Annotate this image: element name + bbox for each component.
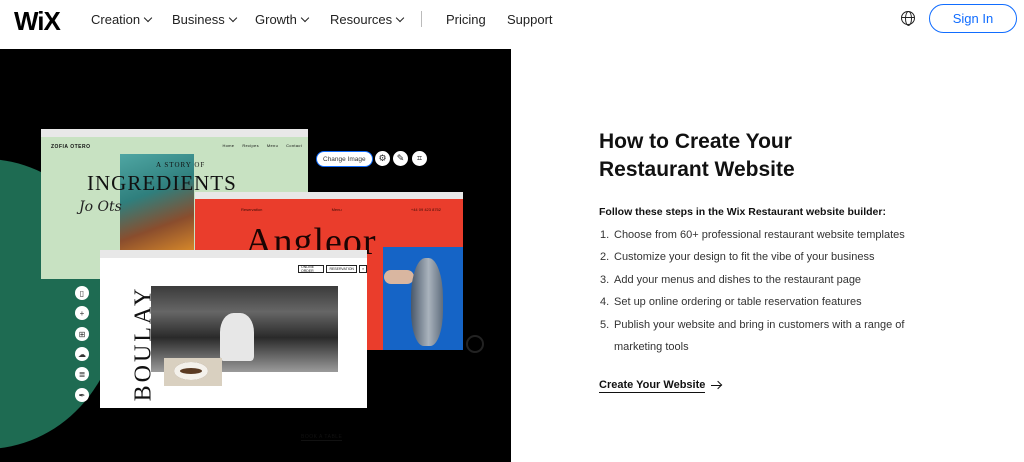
template-buttons: ONLINE ORDER RESERVATION ≡ (298, 265, 367, 273)
browser-bar (195, 192, 463, 199)
arrow-right-icon (711, 381, 722, 391)
section-heading: How to Create Your Restaurant Website (599, 130, 795, 181)
nav-support[interactable]: Support (507, 12, 553, 27)
template-menu-item: Menu (266, 143, 279, 148)
template-card-boulay: ONLINE ORDER RESERVATION ≡ BOULAY BOOK A… (100, 250, 367, 441)
nav-growth[interactable]: Growth (255, 12, 310, 27)
step-number: 2. (600, 251, 610, 264)
step-number: 1. (600, 229, 610, 241)
template-phone: +44 09 423 8752 (410, 207, 441, 212)
pen-icon[interactable]: ✎ (393, 151, 408, 166)
hamburger-menu-icon: ≡ (358, 265, 367, 273)
blog-icon[interactable]: ≣ (75, 367, 89, 381)
nav-divider (421, 11, 422, 27)
nav-growth-label: Growth (255, 12, 297, 27)
template-signature: Jo Ots (79, 199, 122, 215)
create-website-link[interactable]: Create Your Website (599, 379, 722, 393)
step-text: Set up online ordering or table reservat… (614, 296, 862, 309)
loading-ring-icon (466, 335, 484, 353)
step-number: 4. (600, 296, 610, 309)
template-menu-item: Menu (331, 207, 342, 212)
nav-resources[interactable]: Resources (330, 12, 405, 27)
nav-business-label: Business (172, 12, 225, 27)
step-text: Choose from 60+ professional restaurant … (614, 229, 905, 241)
reservation-button: RESERVATION (326, 265, 357, 273)
template-menu-item: Reservation (241, 207, 263, 212)
step-text: Publish your website and bring in custom… (614, 318, 905, 331)
hand-graphic (384, 270, 414, 284)
book-table-link: BOOK A TABLE (301, 434, 343, 441)
steps-intro: Follow these steps in the Wix Restaurant… (599, 206, 886, 218)
step-text: Customize your design to fit the vibe of… (614, 251, 875, 264)
globe-icon[interactable] (901, 11, 915, 26)
chef-graphic (220, 313, 254, 361)
wix-logo[interactable]: WiX (14, 6, 61, 37)
step-text: Add your menus and dishes to the restaur… (614, 273, 862, 286)
template-plate-photo (164, 358, 222, 386)
list-item: 2. Customize your design to fit the vibe… (600, 246, 905, 268)
chevron-down-icon (395, 13, 405, 22)
list-item: 5. Publish your website and bring in cus… (600, 314, 905, 336)
list-item: 4. Set up online ordering or table reser… (600, 291, 905, 313)
hero-showcase: ZOFIA OTERO Home Recipes Menu Contact A … (0, 49, 511, 462)
pen-tool-icon[interactable]: ✒ (75, 388, 89, 402)
crop-icon[interactable]: ⌗ (412, 151, 427, 166)
browser-bar (41, 129, 308, 137)
template-menu: Reservation Menu +44 09 423 8752 (241, 207, 441, 212)
steps-list: 1. Choose from 60+ professional restaura… (600, 224, 905, 358)
list-item: 1. Choose from 60+ professional restaura… (600, 224, 905, 246)
sign-in-button[interactable]: Sign In (929, 4, 1017, 33)
nav-creation-label: Creation (91, 12, 141, 27)
nav-business[interactable]: Business (172, 12, 237, 27)
top-nav: WiX Creation Business Growth Resources P… (0, 0, 1024, 44)
template-menu: Home Recipes Menu Contact (222, 143, 302, 148)
chevron-down-icon (300, 13, 310, 22)
list-item: marketing tools (600, 336, 905, 358)
media-upload-icon[interactable]: ☁ (75, 347, 89, 361)
template-menu-item: Home (222, 143, 235, 148)
browser-bar (100, 250, 367, 258)
template-subtitle: A STORY OF (156, 161, 206, 169)
change-image-button[interactable]: Change Image (316, 151, 373, 167)
add-icon[interactable]: + (75, 306, 89, 320)
nav-resources-label: Resources (330, 12, 393, 27)
chevron-down-icon (228, 13, 237, 22)
apps-icon[interactable]: ⊞ (75, 327, 89, 341)
step-number (600, 336, 614, 358)
list-item: 3. Add your menus and dishes to the rest… (600, 269, 905, 291)
nav-pricing[interactable]: Pricing (446, 12, 486, 27)
create-website-label: Create Your Website (599, 379, 706, 393)
template-brand: ZOFIA OTERO (51, 144, 91, 150)
online-order-button: ONLINE ORDER (298, 265, 325, 273)
fish-graphic (411, 258, 443, 346)
step-number: 3. (600, 273, 610, 286)
step-number: 5. (600, 318, 610, 331)
chevron-down-icon (143, 13, 153, 22)
template-menu-item: Contact (286, 143, 302, 148)
settings-gear-icon[interactable]: ⚙ (375, 151, 390, 166)
step-text: marketing tools (614, 341, 689, 354)
template-menu-item: Recipes (242, 143, 259, 148)
pages-icon[interactable]: ▯ (75, 286, 89, 300)
nav-creation[interactable]: Creation (91, 12, 153, 27)
